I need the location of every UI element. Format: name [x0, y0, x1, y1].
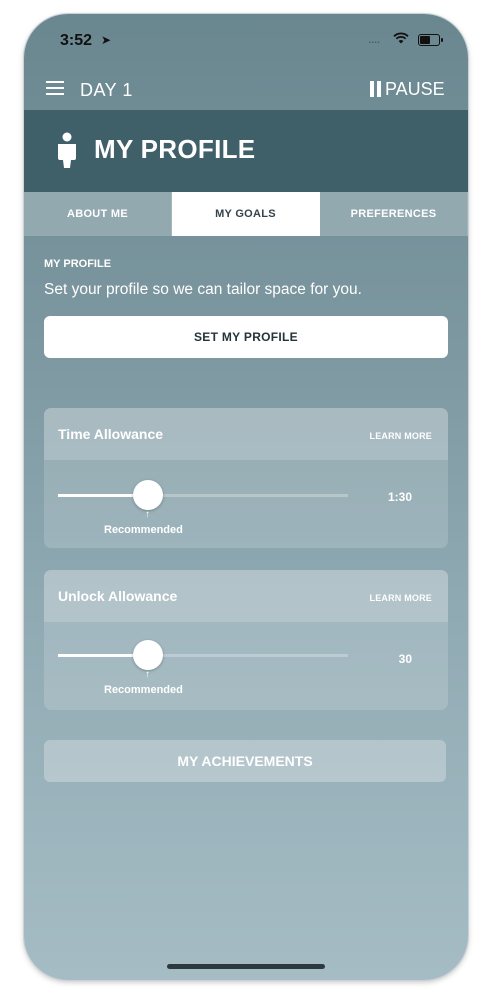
tab-my-goals[interactable]: MY GOALS: [172, 192, 320, 236]
recommended-label: Recommended: [104, 524, 183, 536]
tab-preferences[interactable]: PREFERENCES: [320, 192, 468, 236]
home-indicator: [167, 964, 325, 969]
person-icon: [58, 132, 76, 168]
profile-header: MY PROFILE: [24, 110, 468, 192]
battery-icon: [418, 34, 443, 46]
status-time: 3:52: [60, 32, 93, 49]
signal-dots: ....: [368, 30, 381, 46]
slider-thumb[interactable]: [132, 640, 163, 670]
nav-bar: DAY 1 PAUSE: [24, 72, 468, 108]
allowance-value: 1:30: [387, 490, 412, 504]
tab-about-me[interactable]: ABOUT ME: [24, 192, 172, 236]
learn-more-link[interactable]: LEARN MORE: [370, 593, 433, 603]
section-description: Set your profile so we can tailor space …: [44, 281, 362, 298]
card-header: Time Allowance LEARN MORE: [44, 408, 448, 460]
up-arrow-icon: ↑: [145, 509, 150, 520]
up-arrow-icon: ↑: [145, 669, 150, 680]
status-bar: 3:52 ➤ ....: [24, 14, 468, 66]
pause-icon: [370, 81, 382, 97]
phone-screen: 3:52 ➤ .... DAY 1 PAUSE MY PROFILE ABOUT…: [24, 14, 468, 980]
card-header: Unlock Allowance LEARN MORE: [44, 570, 448, 622]
card-title: Unlock Allowance: [58, 588, 178, 604]
profile-section: MY PROFILE Set your profile so we can ta…: [24, 236, 468, 386]
pause-label: PAUSE: [385, 78, 445, 99]
section-label: MY PROFILE: [44, 258, 112, 270]
pause-button[interactable]: PAUSE: [370, 79, 445, 99]
card-title: Time Allowance: [58, 426, 164, 442]
location-arrow-icon: ➤: [101, 33, 112, 47]
time-allowance-card: Time Allowance LEARN MORE ↑ Recommended …: [44, 408, 448, 548]
slider-track[interactable]: [58, 494, 348, 497]
learn-more-link[interactable]: LEARN MORE: [370, 431, 433, 441]
hamburger-icon[interactable]: [46, 81, 64, 95]
day-label: DAY 1: [80, 80, 133, 100]
unlock-allowance-card: Unlock Allowance LEARN MORE ↑ Recommende…: [44, 570, 448, 710]
slider-track[interactable]: [58, 654, 348, 657]
slider-thumb[interactable]: [132, 480, 163, 510]
page-title: MY PROFILE: [94, 134, 256, 164]
set-profile-button[interactable]: SET MY PROFILE: [44, 316, 448, 358]
allowance-value: 30: [398, 652, 412, 666]
achievements-button[interactable]: MY ACHIEVEMENTS: [44, 740, 446, 782]
tab-bar: ABOUT ME MY GOALS PREFERENCES: [24, 192, 468, 236]
wifi-icon: [393, 32, 409, 44]
recommended-label: Recommended: [104, 684, 183, 696]
